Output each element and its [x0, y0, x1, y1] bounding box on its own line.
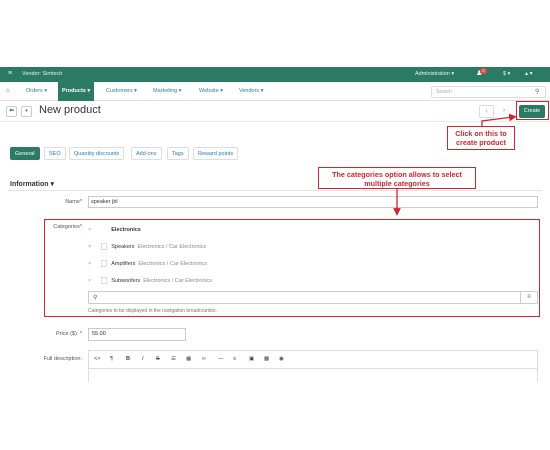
horizontal-rule-icon[interactable]: —	[218, 356, 224, 362]
tab-add-ons[interactable]: Add-ons	[131, 147, 162, 160]
description-editor[interactable]	[88, 368, 538, 382]
strikethrough-icon[interactable]: S	[156, 356, 160, 362]
nav-website[interactable]: Website ▾	[199, 82, 223, 101]
numbered-list-icon[interactable]: ▦	[186, 356, 191, 362]
section-divider	[8, 190, 542, 191]
previous-icon[interactable]: ‹	[479, 105, 494, 118]
name-field[interactable]: speaker jbl	[88, 196, 538, 208]
menu-icon[interactable]: ≡	[8, 70, 12, 77]
tab-tags[interactable]: Tags	[167, 147, 189, 160]
home-icon[interactable]: ⌂	[6, 88, 10, 94]
align-icon[interactable]: ≡	[233, 356, 236, 362]
create-highlight	[516, 101, 549, 120]
bold-icon[interactable]: B	[126, 356, 130, 362]
editor-toolbar: <> ¶ B I S ☰ ▦ ∞ — ≡ ▣ ▩ ◉	[88, 350, 538, 368]
nav-products[interactable]: Products ▾	[58, 82, 95, 101]
page-title: New product	[39, 104, 101, 116]
tab-quantity-discounts[interactable]: Quantity discounts	[69, 147, 125, 160]
search-input[interactable]: Search	[431, 86, 546, 98]
nav-orders[interactable]: Orders ▾	[26, 82, 47, 101]
tab-general[interactable]: General	[10, 147, 40, 160]
name-label: Name*	[65, 199, 82, 205]
administration-menu[interactable]: Administration ▾	[415, 71, 454, 77]
back-arrow-icon[interactable]: ⬅	[6, 106, 17, 117]
paragraph-icon[interactable]: ¶	[110, 356, 113, 362]
code-icon[interactable]: <>	[94, 356, 100, 362]
notification-badge: 2	[480, 68, 487, 74]
nav-customers[interactable]: Customers ▾	[106, 82, 137, 101]
tab-seo[interactable]: SEO	[44, 147, 66, 160]
main-nav: ⌂ Orders ▾ Products ▾ Customers ▾ Market…	[0, 82, 550, 101]
tab-reward-points[interactable]: Reward points	[193, 147, 239, 160]
categories-highlight	[44, 219, 540, 317]
information-section-toggle[interactable]: Information ▾	[10, 180, 54, 188]
price-label: Price ($): *	[56, 331, 82, 337]
link-icon[interactable]: ∞	[202, 356, 206, 362]
italic-icon[interactable]: I	[142, 356, 144, 362]
full-description-label: Full description:	[43, 356, 82, 362]
bullet-list-icon[interactable]: ☰	[171, 356, 176, 362]
top-bar: ≡ Vendor: Simtech Administration ▾ ♟ 2 $…	[0, 67, 550, 82]
currency-menu[interactable]: $ ▾	[503, 71, 510, 77]
image-icon[interactable]: ▩	[264, 356, 269, 362]
user-menu[interactable]: ▴ ▾	[525, 70, 533, 77]
categories-callout: The categories option allows to select m…	[318, 167, 476, 189]
chevron-down-icon[interactable]: ▾	[21, 106, 32, 117]
price-field[interactable]: 55.00	[88, 328, 186, 341]
page-header: ⬅ ▾ New product ‹ › Create	[0, 101, 550, 122]
vendor-label[interactable]: Vendor: Simtech	[22, 71, 62, 77]
nav-marketing[interactable]: Marketing ▾	[153, 82, 181, 101]
video-icon[interactable]: ◉	[279, 356, 284, 362]
search-icon[interactable]: ⚲	[535, 88, 539, 95]
next-icon[interactable]: ›	[498, 105, 510, 118]
create-callout: Click on this to create product	[447, 126, 515, 150]
table-icon[interactable]: ▣	[249, 356, 254, 362]
nav-vendors[interactable]: Vendors ▾	[239, 82, 263, 101]
